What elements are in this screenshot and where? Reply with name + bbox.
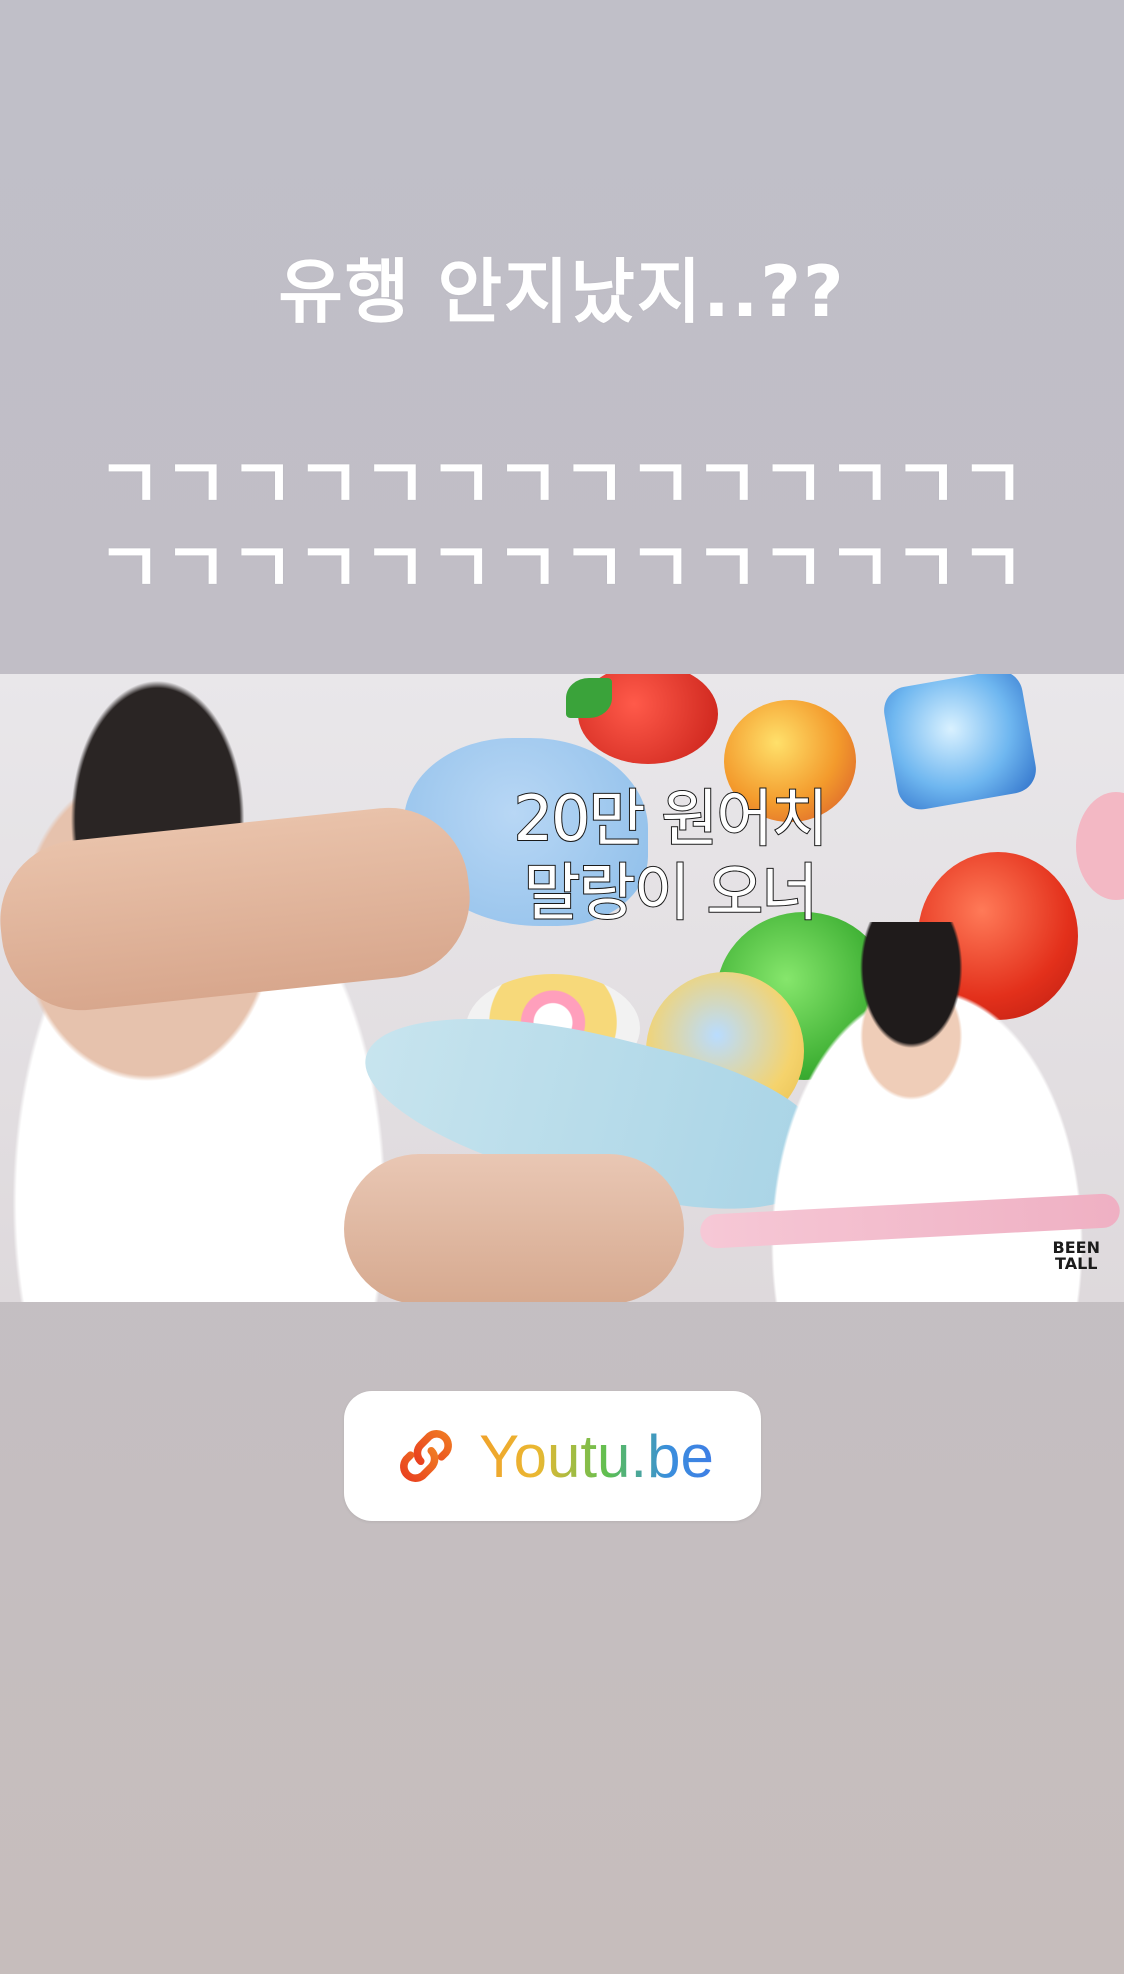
- channel-logo: BEEN TALL: [1053, 1240, 1100, 1272]
- ice-cube-squishy: [880, 674, 1040, 814]
- story-laugh-line-2: ㄱㄱㄱㄱㄱㄱㄱㄱㄱㄱㄱㄱㄱㄱ: [97, 527, 1027, 609]
- caption-line-2: 말랑이 오너: [523, 855, 820, 930]
- person-left-hand: [344, 1154, 684, 1302]
- strawberry-leaf: [566, 678, 612, 718]
- thumbnail-scene: BEEN TALL: [0, 674, 1124, 1302]
- logo-text-2: TALL: [1055, 1254, 1098, 1273]
- thumbnail-caption: 20만 원어치 말랑이 오너: [470, 781, 870, 930]
- story-headline: 유행 안지났지..??: [278, 251, 846, 333]
- link-sticker[interactable]: Youtu.be: [344, 1391, 761, 1521]
- pink-squishy: [1076, 792, 1124, 900]
- link-label: Youtu.be: [479, 1422, 714, 1490]
- caption-line-1: 20만 원어치: [513, 781, 830, 856]
- link-icon: [400, 1430, 453, 1482]
- video-thumbnail: BEEN TALL 20만 원어치 말랑이 오너: [0, 674, 1124, 1302]
